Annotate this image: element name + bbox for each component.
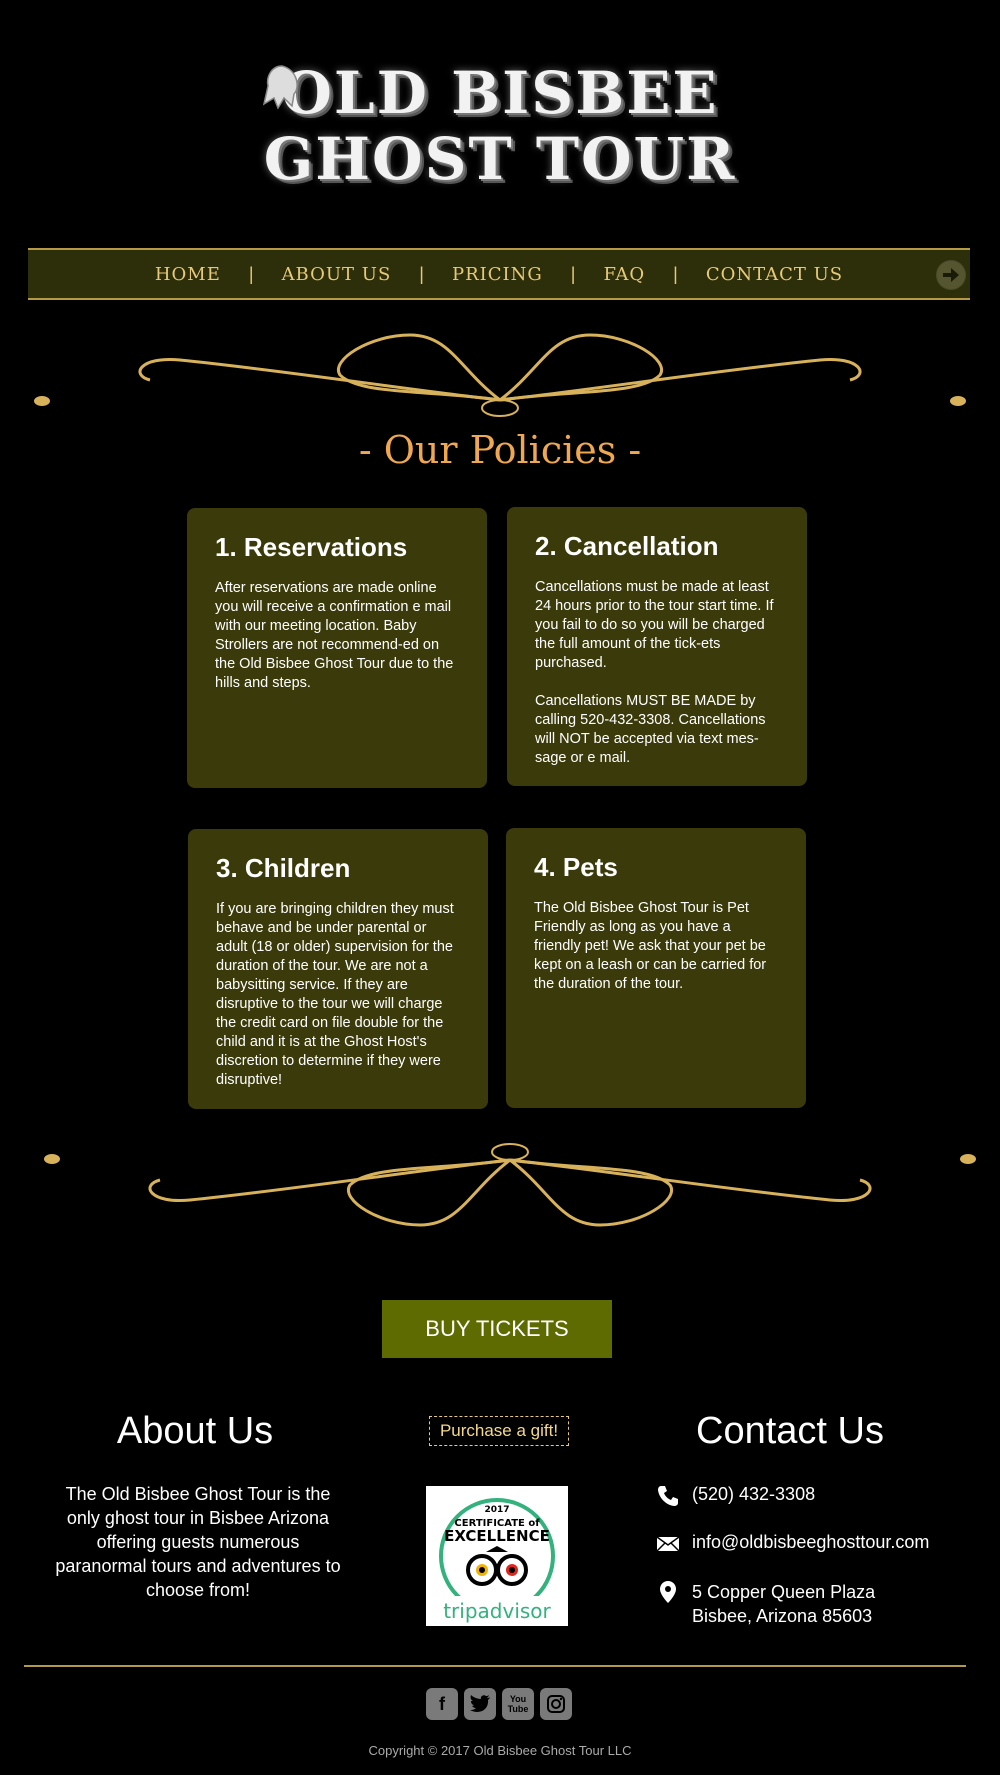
card-text: If you are bringing children they must b…: [216, 901, 454, 1088]
camera-icon: [547, 1695, 565, 1713]
facebook-glyph: f: [439, 1693, 445, 1714]
twitter-icon[interactable]: [464, 1688, 496, 1720]
nav-about-us[interactable]: ABOUT US: [254, 264, 420, 285]
buy-tickets-button[interactable]: BUY TICKETS: [382, 1300, 612, 1358]
phone-number: (520) 432-3308: [692, 1484, 816, 1504]
tripadvisor-logo-icon: 2017 CERTIFICATE of EXCELLENCE tripadvis…: [426, 1498, 568, 1626]
contact-address[interactable]: 5 Copper Queen Plaza Bisbee, Arizona 856…: [656, 1580, 875, 1628]
contact-phone[interactable]: (520) 432-3308: [656, 1484, 815, 1508]
map-pin-icon: [660, 1581, 676, 1603]
arrow-right-icon[interactable]: [936, 260, 966, 290]
instagram-icon[interactable]: [540, 1688, 572, 1720]
copyright: Copyright © 2017 Old Bisbee Ghost Tour L…: [368, 1743, 632, 1758]
logo-line-1: OLD BISBEE: [281, 59, 719, 127]
site-logo[interactable]: OLD BISBEE GHOST TOUR: [0, 60, 1000, 192]
contact-email[interactable]: info@oldbisbeeghosttour.com: [656, 1532, 929, 1556]
nav-pricing[interactable]: PRICING: [424, 264, 571, 285]
address-line-2: Bisbee, Arizona 85603: [692, 1606, 873, 1626]
card-title: 3. Children: [216, 853, 351, 883]
card-text: After reservations are made online you w…: [215, 580, 454, 691]
nav-contact-us[interactable]: CONTACT US: [678, 264, 871, 285]
phone-icon: [658, 1486, 678, 1506]
about-text: The Old Bisbee Ghost Tour is the only gh…: [55, 1484, 341, 1600]
policy-card-reservations: 1. Reservations After reservations are m…: [187, 508, 487, 788]
policy-card-cancellation: 2. Cancellation Cancellations must be ma…: [507, 507, 807, 786]
facebook-icon[interactable]: f: [426, 1688, 458, 1720]
contact-heading: Contact Us: [696, 1410, 884, 1452]
ta-line2: EXCELLENCE: [444, 1527, 550, 1545]
policy-card-pets: 4. Pets The Old Bisbee Ghost Tour is Pet…: [506, 828, 806, 1108]
youtube-icon[interactable]: You Tube: [502, 1688, 534, 1720]
envelope-icon: [656, 1536, 680, 1552]
card-title: 4. Pets: [534, 852, 618, 882]
policy-card-children: 3. Children If you are bringing children…: [188, 829, 488, 1109]
card-title: 1. Reservations: [215, 532, 408, 562]
ornament-divider-top: [34, 333, 966, 417]
nav-faq[interactable]: FAQ: [575, 264, 673, 285]
main-nav: HOME | ABOUT US | PRICING | FAQ | CONTAC…: [28, 248, 970, 300]
youtube-label-2: Tube: [507, 1704, 529, 1714]
youtube-label-1: You: [509, 1694, 527, 1704]
ta-brand: tripadvisor: [443, 1599, 551, 1623]
twitter-bird-icon: [470, 1695, 490, 1712]
ta-year: 2017: [484, 1505, 509, 1515]
card-text: The Old Bisbee Ghost Tour is Pet Friendl…: [534, 900, 767, 992]
social-links: f You Tube: [426, 1688, 572, 1720]
card-text: Cancellations must be made at least 24 h…: [535, 579, 774, 671]
ornament-divider-bottom: [44, 1143, 976, 1227]
about-heading: About Us: [116, 1410, 274, 1452]
card-text: Cancellations MUST BE MADE by calling 52…: [535, 693, 766, 766]
logo-line-2: GHOST TOUR: [263, 125, 737, 193]
tripadvisor-badge[interactable]: 2017 CERTIFICATE of EXCELLENCE tripadvis…: [426, 1486, 568, 1626]
email-address: info@oldbisbeeghosttour.com: [692, 1532, 930, 1552]
footer-divider: [24, 1665, 966, 1667]
section-title: - Our Policies -: [358, 428, 642, 472]
card-title: 2. Cancellation: [535, 531, 719, 561]
ghost-icon: [262, 65, 298, 110]
nav-home[interactable]: HOME: [127, 264, 249, 285]
purchase-gift-button[interactable]: Purchase a gift!: [429, 1416, 569, 1446]
address-line-1: 5 Copper Queen Plaza: [692, 1582, 876, 1602]
